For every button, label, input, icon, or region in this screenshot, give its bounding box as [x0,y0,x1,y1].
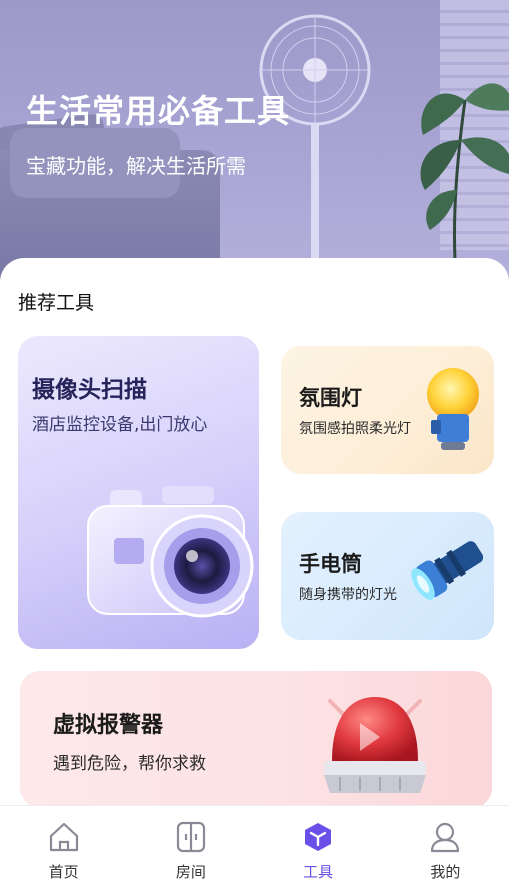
camera-icon [87,486,254,618]
atmosphere-light-card[interactable]: 氛围灯 氛围感拍照柔光灯 [281,346,494,474]
alarm-siren-icon [324,697,426,793]
section-title: 推荐工具 [18,292,95,314]
tools-panel: 推荐工具 摄像头扫描 酒店监控设备,出门放心 氛围灯 氛围感拍照柔光灯 手电筒 … [0,258,509,818]
flashlight-title: 手电筒 [299,552,362,576]
virtual-alarm-card[interactable]: 虚拟报警器 遇到危险，帮你求救 [20,671,492,808]
tab-room-label: 房间 [175,863,206,881]
profile-icon [431,822,460,853]
bottom-tab-bar: 首页 房间 工具 我的 [0,805,509,887]
hero-fan-illustration [259,14,371,268]
tab-home-label: 首页 [48,863,79,881]
flashlight-icon [411,541,484,600]
flashlight-desc: 随身携带的灯光 [299,587,397,603]
tools-cube-icon [305,823,332,851]
atmosphere-light-desc: 氛围感拍照柔光灯 [299,421,411,437]
home-icon [49,822,78,852]
tab-tools-label: 工具 [303,863,334,881]
tab-tools[interactable]: 工具 [255,806,382,887]
hero-plant-illustration [420,83,509,260]
camera-scan-title: 摄像头扫描 [32,377,147,403]
flashlight-card[interactable]: 手电筒 随身携带的灯光 [281,512,494,640]
atmosphere-light-title: 氛围灯 [299,386,362,410]
room-icon [176,821,205,853]
camera-scan-desc: 酒店监控设备,出门放心 [32,415,208,435]
tab-home[interactable]: 首页 [0,806,127,887]
camera-scan-card[interactable]: 摄像头扫描 酒店监控设备,出门放心 [18,336,259,649]
tab-room[interactable]: 房间 [127,806,254,887]
virtual-alarm-title: 虚拟报警器 [53,713,164,738]
light-bulb-icon [427,368,479,450]
tab-profile[interactable]: 我的 [382,806,509,887]
hero-subtitle: 宝藏功能，解决生活所需 [26,154,246,178]
hero-title: 生活常用必备工具 [26,86,290,132]
tab-profile-label: 我的 [430,863,461,881]
hero-banner: 生活常用必备工具 宝藏功能，解决生活所需 [0,0,509,290]
virtual-alarm-desc: 遇到危险，帮你求救 [53,754,206,774]
